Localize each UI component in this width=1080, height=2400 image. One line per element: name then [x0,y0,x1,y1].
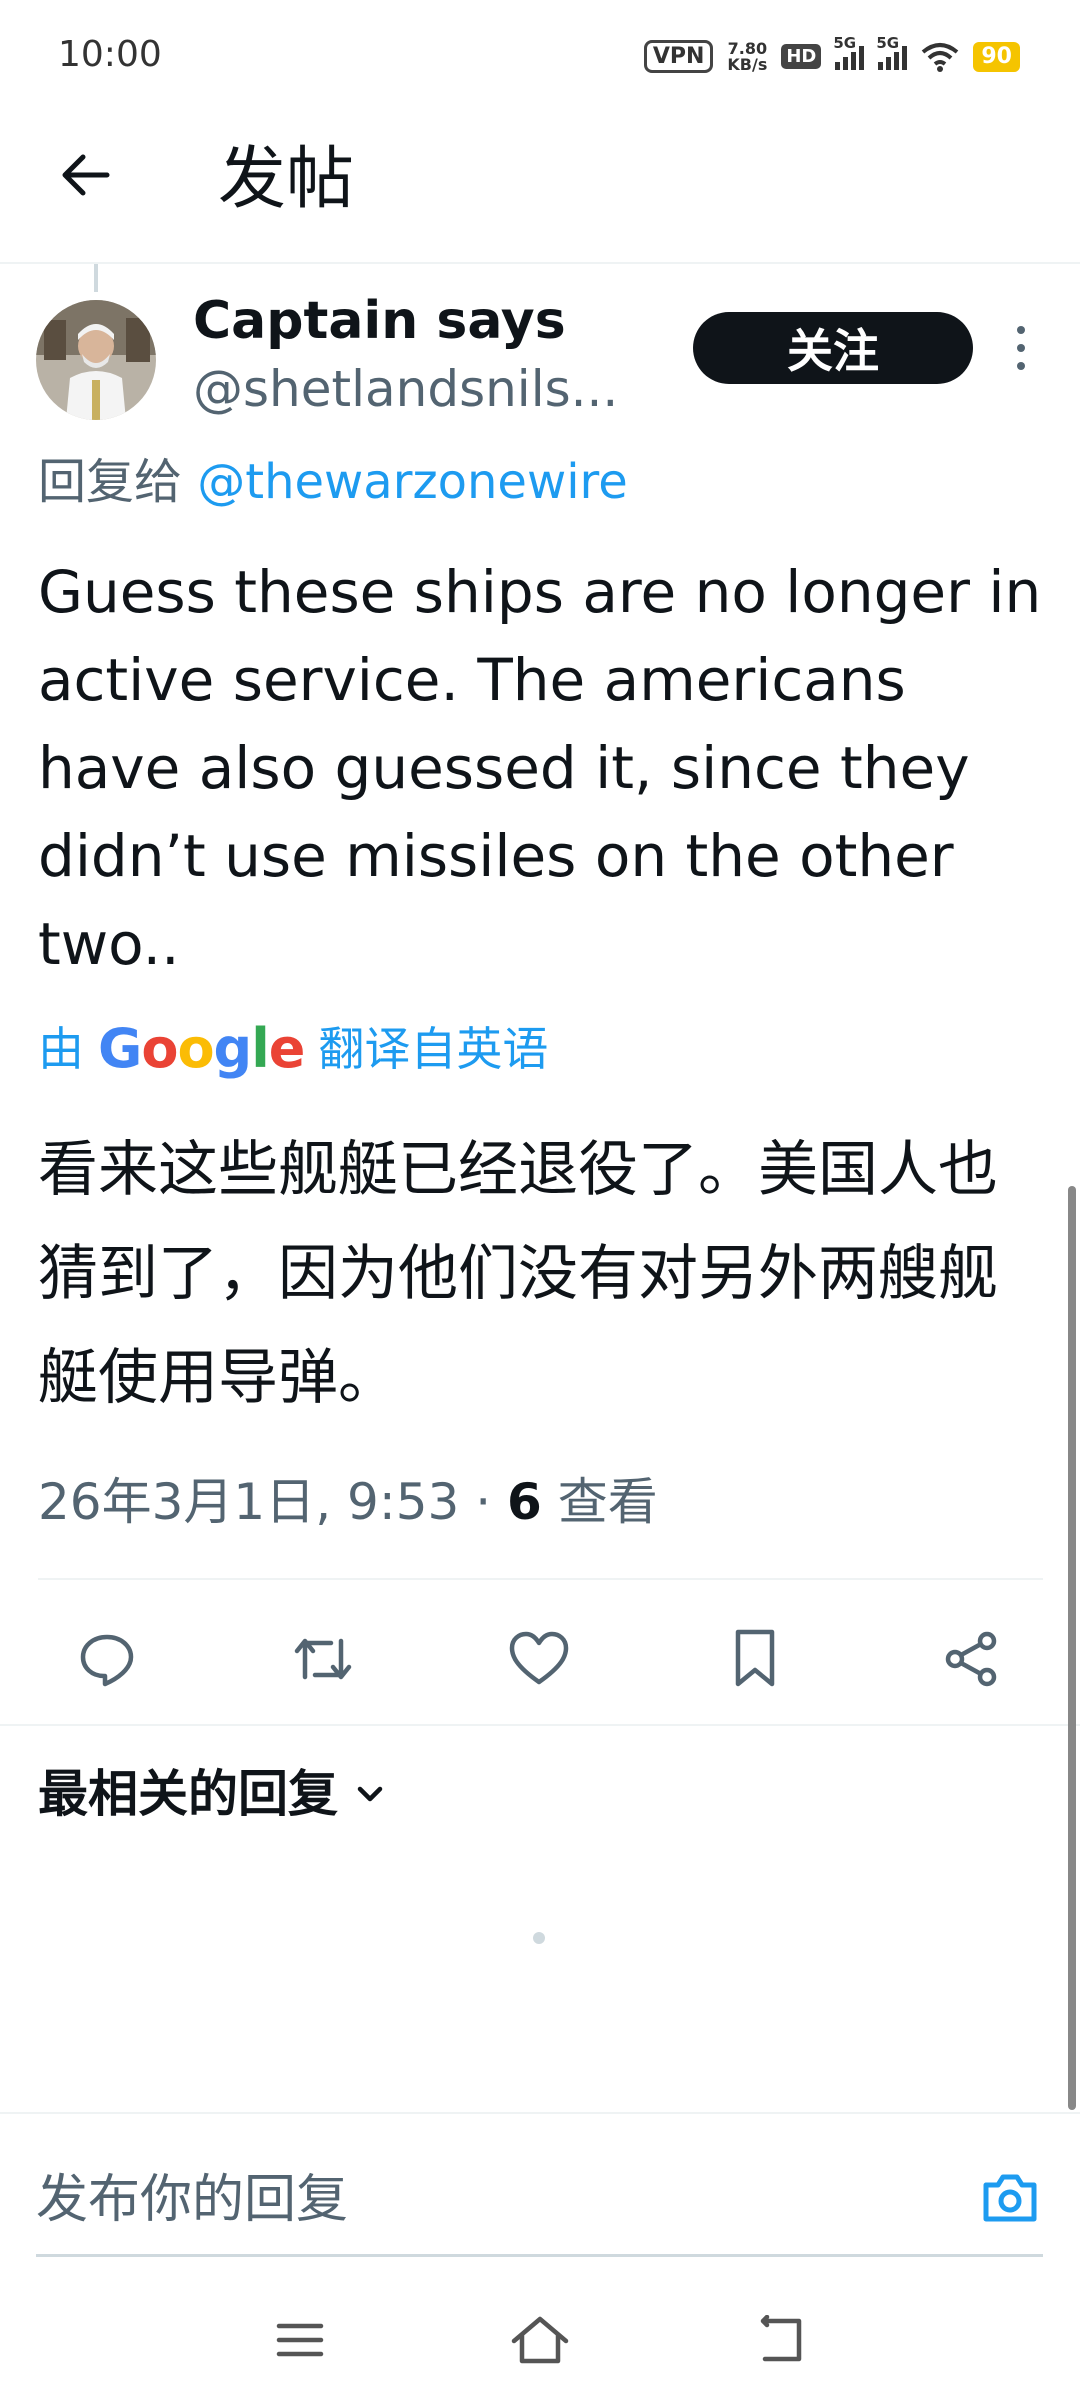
retweet-button[interactable] [278,1614,368,1704]
menu-icon [276,2323,324,2357]
reply-to-prefix: 回复给 [38,454,198,510]
replies-divider [0,1724,1080,1726]
back-button[interactable] [50,140,120,210]
wifi-icon [922,42,959,72]
views-count: 6 [507,1473,542,1531]
like-icon [509,1631,569,1685]
nav-home-button[interactable] [500,2300,580,2380]
more-options-icon[interactable] [1006,318,1036,378]
camera-button[interactable] [976,2164,1044,2232]
author-name[interactable]: Captain says [193,290,566,352]
reply-to-line: 回复给 @thewarzonewire [38,452,628,512]
scrollbar[interactable] [1068,1186,1076,2110]
reply-to-mention[interactable]: @thewarzonewire [197,454,628,510]
hd-icon: HD [781,44,822,69]
reply-input[interactable] [36,2160,936,2240]
chevron-down-icon [357,1786,383,1802]
like-button[interactable] [494,1614,584,1704]
google-logo: Google [98,1017,305,1080]
tweet-meta: 26年3月1日, 9:53 · 6 查看 [38,1470,658,1534]
battery-icon: 90 [973,41,1020,72]
replies-sort-label: 最相关的回复 [38,1765,338,1823]
actions-divider [38,1578,1043,1580]
reply-input-underline [36,2254,1043,2257]
signal-icon-1: 5G [833,34,865,70]
translated-by-prefix: 由 [38,1022,84,1076]
translated-by-suffix: 翻译自英语 [318,1022,549,1076]
camera-icon [983,2174,1037,2222]
translated-text: 看来这些舰艇已经退役了。美国人也猜到了，因为他们没有对另外两艘舰艇使用导弹。 [38,1135,998,1413]
avatar[interactable] [36,300,156,420]
loading-indicator [533,1932,545,1944]
home-icon [511,2316,569,2364]
thread-line [94,264,98,292]
back-icon [760,2315,802,2362]
reply-box-divider [0,2112,1080,2114]
author-handle[interactable]: @shetlandsnils... [193,358,618,420]
share-icon [945,1631,997,1687]
share-button[interactable] [926,1614,1016,1704]
tweet-text: Guess these ships are no longer in activ… [38,558,1042,978]
header-divider [0,262,1080,264]
signal-icon-2: 5G [876,34,908,70]
retweet-icon [294,1638,352,1680]
views-label: 查看 [541,1473,658,1531]
vpn-icon: VPN [643,40,714,73]
status-icons: VPN 7.80 KB/s HD 5G 5G 90 [643,34,1020,74]
arrow-left-icon [62,154,110,196]
nav-menu-button[interactable] [260,2300,340,2380]
bookmark-button[interactable] [710,1614,800,1704]
status-time: 10:00 [58,34,162,75]
avatar-image [36,300,156,420]
nav-back-button[interactable] [740,2300,820,2380]
page-title: 发帖 [218,140,355,219]
network-speed: 7.80 KB/s [727,38,768,74]
timestamp: 26年3月1日, 9:53 · [38,1473,507,1531]
follow-button[interactable]: 关注 [693,312,973,384]
replies-sort-dropdown[interactable]: 最相关的回复 [38,1762,388,1826]
reply-button[interactable] [62,1614,152,1704]
reply-icon [80,1634,134,1687]
translated-by[interactable]: 由 Google 翻译自英语 [38,1018,548,1080]
bookmark-icon [735,1629,775,1687]
